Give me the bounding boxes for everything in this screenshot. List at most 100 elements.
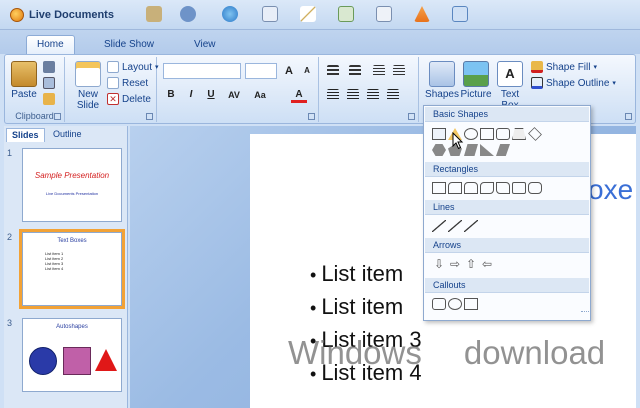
snip-rectangle-shape-icon[interactable] xyxy=(448,182,462,194)
reset-button[interactable]: Reset xyxy=(107,77,148,89)
rounded-rectangle-shape-icon[interactable] xyxy=(512,182,526,194)
quick-access-document-icon[interactable] xyxy=(262,6,278,22)
copy-icon xyxy=(43,77,55,89)
tab-home[interactable]: Home xyxy=(26,35,75,55)
align-center-button[interactable] xyxy=(347,89,359,101)
change-case-button[interactable]: Aa xyxy=(249,87,271,103)
oval-shape-icon[interactable] xyxy=(464,128,478,140)
font-color-icon: A xyxy=(295,89,303,100)
numbering-button[interactable] xyxy=(349,65,361,77)
oval-callout-shape-icon[interactable] xyxy=(448,298,462,310)
increase-indent-button[interactable] xyxy=(393,65,405,77)
picture-button[interactable]: Picture xyxy=(459,61,493,100)
parallelogram-shape-icon[interactable] xyxy=(464,144,478,156)
rectangles-row xyxy=(432,182,542,194)
line-callout-shape-icon[interactable] xyxy=(464,298,478,310)
shape-outline-button[interactable]: Shape Outline ▾ xyxy=(531,77,616,89)
shape-fill-button[interactable]: Shape Fill ▾ xyxy=(531,61,597,73)
shrink-font-button[interactable]: A xyxy=(299,63,315,79)
resize-grip[interactable] xyxy=(581,311,589,319)
paste-button[interactable]: Paste xyxy=(9,61,39,100)
double-arrow-line-shape-icon[interactable] xyxy=(464,220,478,232)
font-name-input[interactable] xyxy=(163,63,241,79)
tab-view[interactable]: View xyxy=(184,36,226,54)
shapes-button[interactable]: Shapes xyxy=(425,61,459,100)
hexagon-shape-icon[interactable] xyxy=(432,144,446,156)
round-diagonal-rectangle-shape-icon[interactable] xyxy=(480,182,494,194)
lines-row xyxy=(432,220,478,232)
tab-slides[interactable]: Slides xyxy=(6,128,45,142)
underline-button[interactable]: U xyxy=(203,87,219,103)
tab-slide-show[interactable]: Slide Show xyxy=(94,36,164,54)
align-right-button[interactable] xyxy=(367,89,379,101)
grow-font-button[interactable]: A xyxy=(281,63,297,79)
quick-access-pencil-icon[interactable] xyxy=(300,6,316,22)
round-rectangle-shape-icon[interactable] xyxy=(528,182,542,194)
slanted-shape-icon[interactable] xyxy=(496,144,510,156)
slide-thumbnail-2[interactable]: Text Boxes List item 1 List item 2 List … xyxy=(19,229,125,309)
round-top-rectangle-shape-icon[interactable] xyxy=(464,182,478,194)
drawing-dialog-launcher[interactable] xyxy=(625,113,632,120)
paragraph-dialog-launcher[interactable] xyxy=(408,113,415,120)
rectangular-callout-shape-icon[interactable] xyxy=(432,298,446,310)
snip-diagonal-rectangle-shape-icon[interactable] xyxy=(496,182,510,194)
app-title: Live Documents xyxy=(10,8,114,22)
bold-button[interactable]: B xyxy=(163,87,179,103)
text-box-shape-icon[interactable] xyxy=(432,128,446,140)
right-triangle-shape-icon[interactable] xyxy=(480,144,494,156)
diamond-shape-icon[interactable] xyxy=(528,127,542,141)
quick-access-paint-icon[interactable] xyxy=(146,6,162,22)
layout-button[interactable]: Layout ▾ xyxy=(107,61,159,73)
decrease-indent-button[interactable] xyxy=(373,65,385,77)
left-arrow-shape-icon[interactable]: ⇦ xyxy=(480,258,494,270)
quick-access-disc-icon[interactable] xyxy=(180,6,196,22)
justify-button[interactable] xyxy=(387,89,399,101)
align-left-button[interactable] xyxy=(327,89,339,101)
brush-icon xyxy=(43,93,55,105)
new-slide-button[interactable]: New Slide xyxy=(71,61,105,111)
right-arrow-shape-icon[interactable]: ⇨ xyxy=(448,258,462,270)
quick-access-spreadsheet-icon[interactable] xyxy=(338,6,354,22)
shapes-gallery-menu: Basic Shapes Rectangles Lines Arrows ⇩ ⇨… xyxy=(423,105,591,321)
font-size-input[interactable] xyxy=(245,63,277,79)
quick-access-page-icon[interactable] xyxy=(376,6,392,22)
arrows-row: ⇩ ⇨ ⇧ ⇦ xyxy=(432,258,494,270)
copy-button[interactable] xyxy=(43,77,55,89)
format-painter-button[interactable] xyxy=(43,93,55,105)
down-arrow-shape-icon[interactable]: ⇩ xyxy=(432,258,446,270)
delete-button[interactable]: ✕ Delete xyxy=(107,93,151,105)
slide-number: 3 xyxy=(7,318,13,328)
rectangle-shape-icon[interactable] xyxy=(432,182,446,194)
slide-number: 2 xyxy=(7,232,13,242)
clipboard-dialog-launcher[interactable] xyxy=(54,113,61,120)
mouse-cursor-icon xyxy=(452,132,464,150)
arrow-line-shape-icon[interactable] xyxy=(448,220,462,232)
justify-icon xyxy=(387,89,399,101)
quick-access-globe-icon[interactable] xyxy=(222,6,238,22)
italic-button[interactable]: I xyxy=(183,87,199,103)
slide-number: 1 xyxy=(7,148,13,158)
trapezoid-shape-icon[interactable] xyxy=(512,128,526,140)
font-color-button[interactable]: A xyxy=(291,87,307,103)
line-shape-icon[interactable] xyxy=(432,220,446,232)
tab-outline[interactable]: Outline xyxy=(48,128,87,142)
rounded-rectangle-shape-icon[interactable] xyxy=(496,128,510,140)
slide-thumbnail-3[interactable]: Autoshapes xyxy=(22,318,122,392)
thumbnail-circle-shape xyxy=(29,347,57,375)
up-arrow-shape-icon[interactable]: ⇧ xyxy=(464,258,478,270)
character-spacing-button[interactable]: AV xyxy=(223,87,245,103)
watermark-left: Windows xyxy=(288,334,422,371)
slide-title[interactable]: oxe xyxy=(588,174,633,206)
cut-button[interactable] xyxy=(43,61,55,73)
ribbon-tabs: Home Slide Show View xyxy=(0,30,640,55)
slides-dialog-launcher[interactable] xyxy=(146,113,153,120)
section-lines: Lines xyxy=(425,200,589,215)
bullets-button[interactable] xyxy=(327,65,339,77)
group-clipboard: Paste Clipboard xyxy=(5,57,65,122)
quick-access-warning-icon[interactable] xyxy=(414,6,430,22)
font-dialog-launcher[interactable] xyxy=(308,113,315,120)
slide-thumbnail-1[interactable]: Sample Presentation Live Documents Prese… xyxy=(22,148,122,222)
text-box-button[interactable]: A Text Box xyxy=(495,61,525,111)
rectangle-shape-icon[interactable] xyxy=(480,128,494,140)
quick-access-help-icon[interactable] xyxy=(452,6,468,22)
